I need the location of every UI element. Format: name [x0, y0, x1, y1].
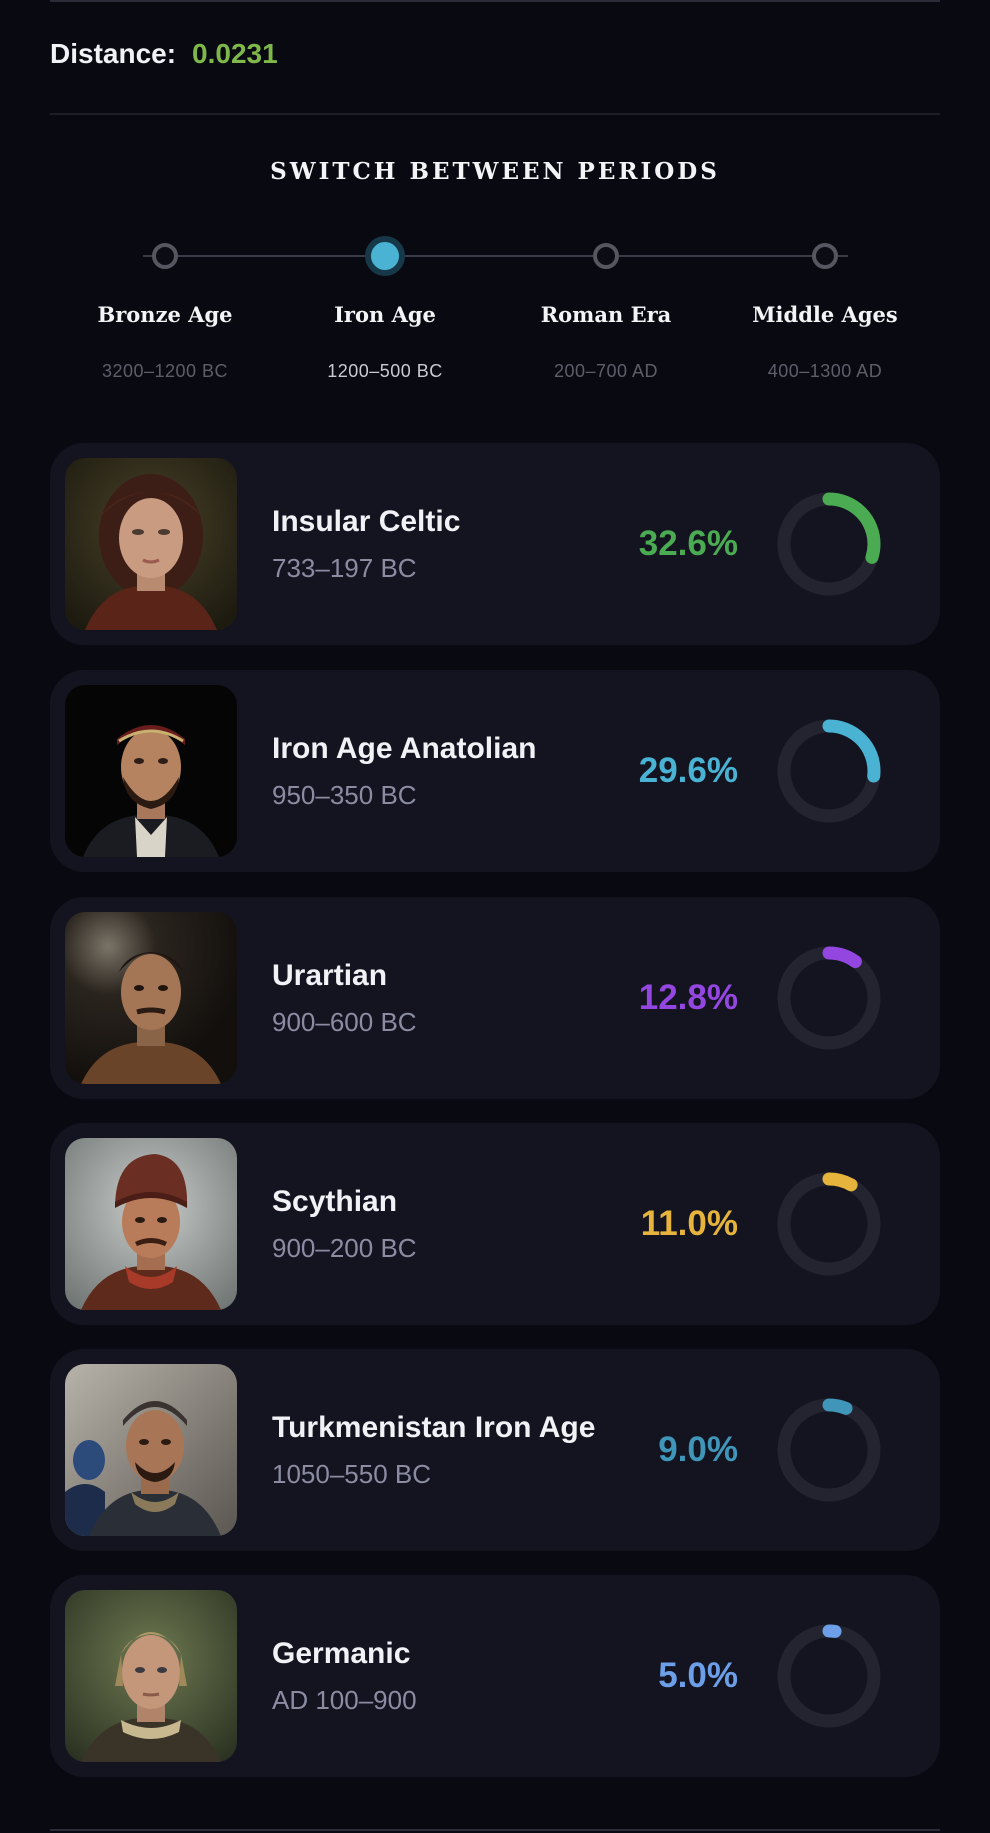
- distance-value: 0.0231: [192, 38, 278, 69]
- portrait-image: [65, 1138, 237, 1310]
- population-date-range: 950–350 BC: [272, 780, 417, 810]
- distance-row: Distance: 0.0231: [50, 38, 278, 70]
- population-name: Urartian: [272, 959, 388, 992]
- population-card[interactable]: Urartian 900–600 BC 12.8%: [50, 897, 940, 1099]
- population-percentage: 11.0%: [640, 1204, 738, 1243]
- period-range-iron-age: 1200–500 BC: [327, 361, 443, 381]
- population-card[interactable]: Turkmenistan Iron Age 1050–550 BC 9.0%: [50, 1349, 940, 1551]
- population-date-range: 733–197 BC: [272, 553, 417, 583]
- period-range-roman-era: 200–700 AD: [553, 361, 659, 381]
- period-label-middle-ages[interactable]: Middle Ages: [725, 302, 925, 327]
- portrait-image: [65, 685, 237, 857]
- top-divider: [50, 0, 940, 2]
- period-label-bronze-age[interactable]: Bronze Age: [65, 302, 265, 327]
- population-percentage: 12.8%: [638, 978, 738, 1017]
- period-label-iron-age[interactable]: Iron Age: [285, 302, 485, 327]
- portrait-image: [65, 1590, 237, 1762]
- period-dot-roman-era[interactable]: [593, 243, 619, 269]
- population-date-range: 1050–550 BC: [272, 1459, 432, 1489]
- portrait-image: [65, 458, 237, 630]
- timeline-track: [143, 255, 848, 257]
- population-date-range: 900–200 BC: [272, 1233, 417, 1263]
- population-date-range: AD 100–900: [272, 1685, 417, 1715]
- population-card[interactable]: Insular Celtic 733–197 BC 32.6%: [50, 443, 940, 645]
- distance-label: Distance:: [50, 38, 177, 69]
- bottom-divider: [50, 1829, 940, 1831]
- population-name: Germanic: [272, 1637, 411, 1670]
- population-name: Turkmenistan Iron Age: [272, 1411, 596, 1444]
- population-percentage: 32.6%: [638, 524, 738, 563]
- portrait-image: [65, 912, 237, 1084]
- period-range-middle-ages: 400–1300 AD: [767, 361, 883, 381]
- population-percentage: 9.0%: [658, 1430, 738, 1469]
- population-card[interactable]: Scythian 900–200 BC 11.0%: [50, 1123, 940, 1325]
- period-switcher-title: SWITCH BETWEEN PERIODS: [270, 158, 720, 185]
- population-name: Iron Age Anatolian: [272, 732, 537, 765]
- population-name: Scythian: [272, 1185, 398, 1218]
- period-dot-bronze-age[interactable]: [152, 243, 178, 269]
- population-percentage: 29.6%: [638, 751, 738, 790]
- percentage-ring: [777, 946, 881, 1050]
- period-dot-iron-age[interactable]: [365, 236, 405, 276]
- population-date-range: 900–600 BC: [272, 1007, 417, 1037]
- period-label-roman-era[interactable]: Roman Era: [506, 302, 706, 327]
- percentage-ring: [777, 1398, 881, 1502]
- population-card[interactable]: Germanic AD 100–900 5.0%: [50, 1575, 940, 1777]
- section-divider: [50, 113, 940, 115]
- period-range-bronze-age: 3200–1200 BC: [101, 361, 229, 381]
- percentage-ring: [777, 492, 881, 596]
- percentage-ring: [777, 719, 881, 823]
- percentage-ring: [777, 1172, 881, 1276]
- percentage-ring: [777, 1624, 881, 1728]
- population-percentage: 5.0%: [658, 1656, 738, 1695]
- period-dot-middle-ages[interactable]: [812, 243, 838, 269]
- population-card[interactable]: Iron Age Anatolian 950–350 BC 29.6%: [50, 670, 940, 872]
- portrait-image: [65, 1364, 237, 1536]
- population-name: Insular Celtic: [272, 505, 461, 538]
